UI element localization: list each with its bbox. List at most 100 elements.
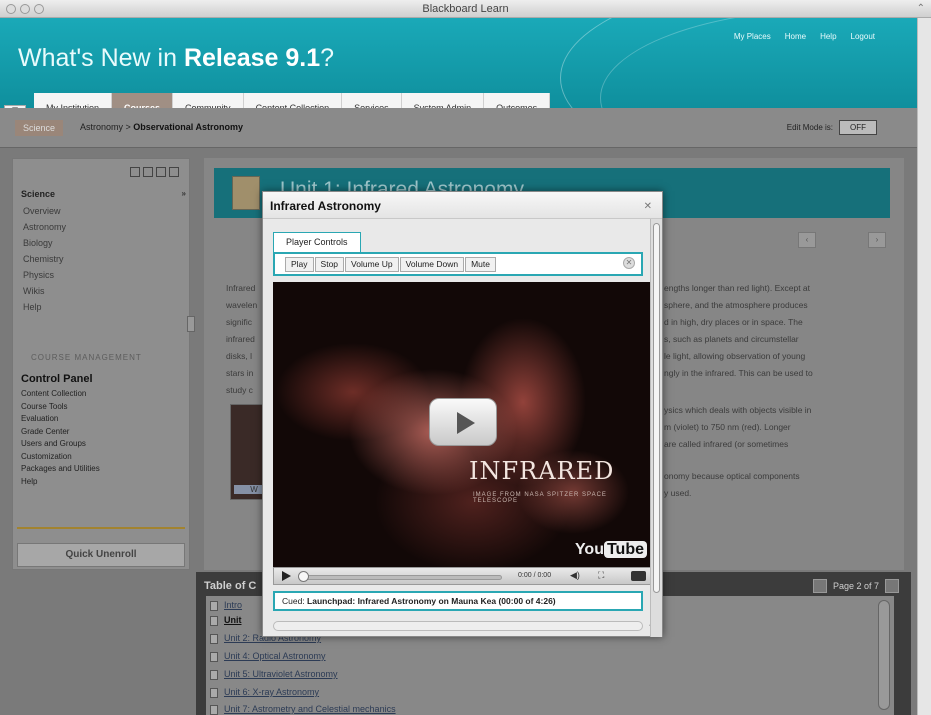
modal-scroll-thumb[interactable]: [653, 223, 660, 593]
body-text-right-2: ysics which deals with objects visible i…: [664, 402, 811, 453]
breadcrumb-link[interactable]: Astronomy: [80, 122, 123, 132]
divider: [17, 527, 185, 529]
toc-item[interactable]: Unit 5: Ultraviolet Astronomy: [224, 669, 338, 679]
toc-item-current[interactable]: Unit: [224, 615, 242, 625]
sidebar-item-overview[interactable]: Overview: [21, 203, 186, 219]
page-scrollbar[interactable]: [917, 18, 931, 715]
cp-item-help[interactable]: Help: [21, 476, 186, 489]
quick-unenroll-button[interactable]: Quick Unenroll: [17, 543, 185, 567]
window-icon[interactable]: [156, 167, 166, 177]
cp-item-course-tools[interactable]: Course Tools: [21, 401, 186, 414]
course-management-label: COURSE MANAGEMENT: [31, 353, 142, 362]
volume-icon[interactable]: ◀): [570, 570, 580, 581]
sidebar-item-wikis[interactable]: Wikis: [21, 283, 186, 299]
course-menu: Science » Overview Astronomy Biology Chem…: [12, 158, 190, 570]
volume-up-button[interactable]: Volume Up: [345, 257, 399, 272]
folder-view-icon[interactable]: [130, 167, 140, 177]
stop-button[interactable]: Stop: [314, 257, 345, 272]
title-prefix: What's New in: [18, 44, 184, 72]
cp-item-evaluation[interactable]: Evaluation: [21, 413, 186, 426]
tab-services[interactable]: Services: [342, 93, 402, 108]
text-line: sphere, and the atmosphere produces: [664, 300, 808, 310]
site-header: What's New in Release 9.1? My Places Hom…: [0, 18, 931, 108]
next-page-icon[interactable]: [885, 579, 899, 593]
text-line: ysics which deals with objects visible i…: [664, 405, 812, 415]
close-icon[interactable]: ✕: [644, 201, 652, 212]
seek-handle[interactable]: [298, 571, 309, 582]
toc-scrollbar[interactable]: [878, 600, 890, 710]
cp-item-users-and-groups[interactable]: Users and Groups: [21, 438, 186, 451]
control-panel-heading[interactable]: Control Panel: [21, 373, 186, 385]
horizontal-scrollbar[interactable]: [273, 621, 643, 631]
page-icon: [210, 634, 218, 644]
video-player[interactable]: INFRARED IMAGE FROM NASA SPITZER SPACE T…: [273, 282, 653, 567]
main-tabs: ⌶ My Institution Courses Community Conte…: [4, 93, 551, 108]
next-page-button[interactable]: ›: [868, 232, 886, 248]
play-button[interactable]: Play: [285, 257, 314, 272]
course-menu-heading[interactable]: Science »: [21, 189, 186, 199]
title-suffix: ?: [320, 44, 335, 72]
fullscreen-icon[interactable]: ⛶: [598, 570, 604, 581]
cp-item-content-collection[interactable]: Content Collection: [21, 388, 186, 401]
toc-item[interactable]: Intro: [224, 600, 242, 610]
page-icon: [210, 670, 218, 680]
home-link[interactable]: Home: [785, 32, 806, 41]
tab-courses[interactable]: Courses: [112, 93, 174, 108]
toc-item[interactable]: Unit 6: X-ray Astronomy: [224, 687, 319, 697]
sidebar-item-help[interactable]: Help: [21, 299, 186, 315]
course-pill[interactable]: Science: [15, 120, 64, 136]
youtube-logo-you: You: [574, 541, 604, 558]
previous-page-icon[interactable]: [812, 579, 827, 593]
modal-scrollbar[interactable]: [650, 219, 662, 637]
toc-item[interactable]: Unit 7: Astrometry and Celestial mechani…: [224, 704, 396, 714]
play-icon[interactable]: [282, 571, 291, 581]
refresh-icon[interactable]: [169, 167, 179, 177]
close-controls-icon[interactable]: ✕: [623, 257, 635, 269]
sidebar-item-astronomy[interactable]: Astronomy: [21, 219, 186, 235]
player-buttons: Play Stop Volume Up Volume Down Mute: [285, 257, 497, 272]
course-menu-tools: [130, 167, 179, 177]
cp-item-customization[interactable]: Customization: [21, 451, 186, 464]
mute-button[interactable]: Mute: [465, 257, 496, 272]
volume-down-button[interactable]: Volume Down: [399, 257, 465, 272]
text-line: le light, allowing observation of young: [664, 351, 806, 361]
my-places-link[interactable]: My Places: [734, 32, 771, 41]
tab-community[interactable]: Community: [173, 93, 244, 108]
help-link[interactable]: Help: [820, 32, 836, 41]
course-heading-label: Science: [21, 189, 56, 199]
play-overlay-icon[interactable]: [429, 398, 497, 446]
tab-outcomes[interactable]: Outcomes: [484, 93, 551, 108]
youtube-logo[interactable]: You Tube: [575, 541, 647, 559]
video-subtitle-text: IMAGE FROM NASA SPITZER SPACE TELESCOPE: [473, 492, 607, 504]
modal-titlebar[interactable]: Infrared Astronomy ✕: [263, 192, 662, 219]
resize-icon[interactable]: ⌃: [917, 3, 925, 14]
seek-bar[interactable]: [302, 575, 502, 580]
tab-system-admin[interactable]: System Admin: [401, 93, 485, 108]
sidebar-item-biology[interactable]: Biology: [21, 235, 186, 251]
previous-page-button[interactable]: ‹: [798, 232, 816, 248]
logout-link[interactable]: Logout: [851, 32, 875, 41]
toc-item[interactable]: Unit 4: Optical Astronomy: [224, 651, 326, 661]
edit-mode-toggle[interactable]: OFF: [839, 120, 877, 135]
chevron-right-icon: »: [181, 189, 186, 198]
body-text-left: Infrared wavelen signific infrared disks…: [226, 280, 257, 399]
tab-content-collection[interactable]: Content Collection: [243, 93, 343, 108]
sidebar-item-chemistry[interactable]: Chemistry: [21, 251, 186, 267]
popout-icon[interactable]: [631, 571, 646, 581]
window-title: Blackboard Learn: [422, 3, 509, 15]
page-icon: [210, 652, 218, 662]
sidebar-item-physics[interactable]: Physics: [21, 267, 186, 283]
cue-status: Cued: Launchpad: Infrared Astronomy on M…: [273, 591, 643, 611]
modal-title: Infrared Astronomy: [270, 199, 381, 213]
tab-my-institution[interactable]: My Institution: [34, 93, 113, 108]
text-line: ngly in the infrared. This can be used t…: [664, 368, 813, 378]
cp-item-packages-and-utilities[interactable]: Packages and Utilities: [21, 463, 186, 476]
tab-player-controls[interactable]: Player Controls: [273, 232, 361, 252]
text-line: infrared: [226, 334, 255, 344]
list-view-icon[interactable]: [143, 167, 153, 177]
text-line: Infrared: [226, 283, 256, 293]
collapse-menu-handle[interactable]: [187, 316, 195, 332]
title-bold: Release 9.1: [183, 44, 321, 72]
cp-item-grade-center[interactable]: Grade Center: [21, 426, 186, 439]
text-line: study c: [226, 385, 253, 395]
